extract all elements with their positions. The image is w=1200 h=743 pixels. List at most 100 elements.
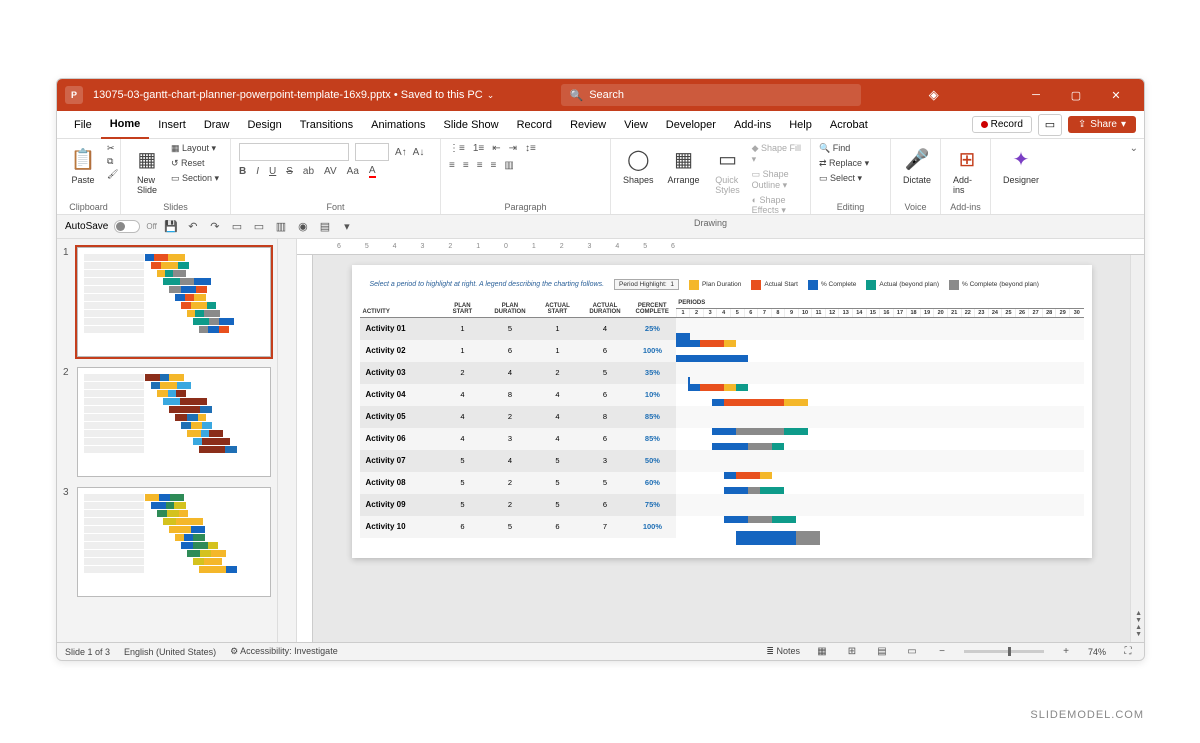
menu-tab-acrobat[interactable]: Acrobat [821,111,877,139]
layout-button[interactable]: ▦ Layout ▾ [171,143,219,154]
accessibility-status[interactable]: ⚙ Accessibility: Investigate [230,646,338,657]
zoom-out-button[interactable]: − [934,645,950,659]
language-status[interactable]: English (United States) [124,647,216,657]
menu-tab-draw[interactable]: Draw [195,111,239,139]
align-left-icon[interactable]: ≡ [449,160,455,171]
redo-icon[interactable]: ↷ [207,219,223,235]
qat-icon-3[interactable]: ▥ [273,219,289,235]
minimize-button[interactable]: ─ [1016,79,1056,111]
indent-dec-icon[interactable]: ⇤ [492,143,500,154]
slide-stage[interactable]: Select a period to highlight at right. A… [313,255,1130,642]
scroll-arrows-icon[interactable]: ▲▼▲▼ [1135,610,1142,638]
fit-window-icon[interactable]: ⛶ [1120,645,1136,659]
align-center-icon[interactable]: ≡ [463,160,469,171]
quick-styles-button[interactable]: ▭Quick Styles [710,143,746,197]
menu-tab-file[interactable]: File [65,111,101,139]
vertical-scrollbar[interactable]: ▲▼▲▼ [1130,255,1144,642]
paste-button[interactable]: 📋 Paste [65,143,101,187]
reset-button[interactable]: ↺ Reset [171,158,219,169]
menu-tab-animations[interactable]: Animations [362,111,434,139]
font-family-select[interactable] [239,143,349,161]
indent-inc-icon[interactable]: ⇥ [509,143,517,154]
bold-button[interactable]: B [239,166,246,177]
qat-icon-4[interactable]: ◉ [295,219,311,235]
bullets-icon[interactable]: ⋮≡ [449,143,465,154]
addins-button[interactable]: ⊞Add-ins [949,143,985,197]
decrease-font-icon[interactable]: A↓ [413,147,425,158]
menu-tab-view[interactable]: View [615,111,657,139]
menu-tab-transitions[interactable]: Transitions [291,111,362,139]
dictate-button[interactable]: 🎤Dictate [899,143,935,187]
save-icon[interactable]: 💾 [163,219,179,235]
share-button[interactable]: ⇪Share ▾ [1068,116,1136,133]
text-shadow-icon[interactable]: ab [303,166,314,177]
gantt-row[interactable]: Activity 03242535% [360,362,1084,384]
align-right-icon[interactable]: ≡ [477,160,483,171]
cut-icon[interactable]: ✂ [107,143,118,154]
normal-view-icon[interactable]: ▦ [814,645,830,659]
gantt-row[interactable]: Activity 06434685% [360,428,1084,450]
menu-tab-slide-show[interactable]: Slide Show [435,111,508,139]
char-spacing-icon[interactable]: AV [324,166,337,177]
maximize-button[interactable]: ▢ [1056,79,1096,111]
menu-tab-developer[interactable]: Developer [657,111,725,139]
gantt-row[interactable]: Activity 09525675% [360,494,1084,516]
zoom-level[interactable]: 74% [1088,647,1106,657]
undo-icon[interactable]: ↶ [185,219,201,235]
chevron-down-icon[interactable]: ⌄ [487,90,495,101]
gantt-row[interactable]: Activity 08525560% [360,472,1084,494]
slide-thumbnail-3[interactable] [77,487,271,597]
copy-icon[interactable]: ⧉ [107,156,118,167]
increase-font-icon[interactable]: A↑ [395,147,407,158]
shape-fill-button[interactable]: ◆ Shape Fill ▾ [752,143,802,165]
shapes-button[interactable]: ◯Shapes [619,143,658,187]
qat-icon-1[interactable]: ▭ [229,219,245,235]
gantt-row[interactable]: Activity 01151425% [360,318,1084,340]
gantt-row[interactable]: Activity 021616100% [360,340,1084,362]
slide-thumbnail-2[interactable] [77,367,271,477]
italic-button[interactable]: I [256,166,259,177]
replace-button[interactable]: ⇄ Replace ▾ [819,158,869,169]
gantt-row[interactable]: Activity 07545350% [360,450,1084,472]
gantt-row[interactable]: Activity 05424885% [360,406,1084,428]
format-painter-icon[interactable]: 🖌 [107,169,118,180]
change-case-icon[interactable]: Aa [347,166,359,177]
present-mode-button[interactable]: ▭ [1038,114,1062,136]
menu-tab-design[interactable]: Design [238,111,290,139]
reading-view-icon[interactable]: ▤ [874,645,890,659]
close-button[interactable]: ✕ [1096,79,1136,111]
zoom-in-button[interactable]: + [1058,645,1074,659]
zoom-slider[interactable] [964,650,1044,653]
select-button[interactable]: ▭ Select ▾ [819,173,869,184]
slide-thumbnail-panel[interactable]: 123 [57,239,277,642]
columns-icon[interactable]: ▥ [504,160,513,171]
justify-icon[interactable]: ≡ [491,160,497,171]
menu-tab-help[interactable]: Help [780,111,821,139]
underline-button[interactable]: U [269,166,276,177]
menu-tab-home[interactable]: Home [101,111,150,139]
strike-button[interactable]: S [286,166,293,177]
find-button[interactable]: 🔍 Find [819,143,869,154]
section-button[interactable]: ▭ Section ▾ [171,173,219,184]
qat-icon-5[interactable]: ▤ [317,219,333,235]
slideshow-view-icon[interactable]: ▭ [904,645,920,659]
line-spacing-icon[interactable]: ↕≡ [525,143,536,154]
autosave-toggle[interactable] [114,220,140,233]
menu-tab-review[interactable]: Review [561,111,615,139]
slide-counter[interactable]: Slide 1 of 3 [65,647,110,657]
arrange-button[interactable]: ▦Arrange [664,143,704,187]
font-color-icon[interactable]: A [369,165,376,178]
gantt-chart[interactable]: ACTIVITYPLAN STARTPLAN DURATIONACTUAL ST… [360,298,1084,538]
slide-thumbnail-1[interactable] [77,247,271,357]
premium-icon[interactable]: ◈ [929,87,939,103]
numbering-icon[interactable]: 1≡ [473,143,484,154]
qat-more-icon[interactable]: ▾ [339,219,355,235]
sorter-view-icon[interactable]: ⊞ [844,645,860,659]
slide-canvas[interactable]: Select a period to highlight at right. A… [352,265,1092,558]
notes-button[interactable]: ≣ Notes [766,646,800,657]
menu-tab-record[interactable]: Record [508,111,561,139]
collapse-ribbon-icon[interactable]: ⌄ [1130,143,1138,154]
gantt-row[interactable]: Activity 106567100% [360,516,1084,538]
document-title[interactable]: 13075-03-gantt-chart-planner-powerpoint-… [93,89,483,101]
new-slide-button[interactable]: ▦ New Slide [129,143,165,197]
